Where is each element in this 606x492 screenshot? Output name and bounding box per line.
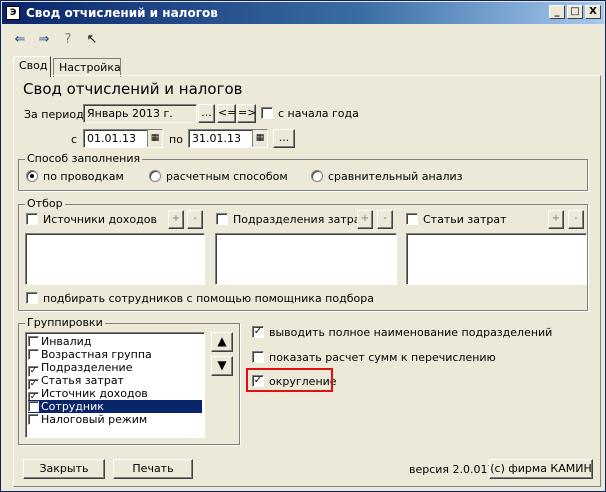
date-to-value: 31.01.13 (192, 132, 241, 145)
income-sources-checkbox[interactable] (26, 213, 38, 225)
income-sources-list[interactable] (25, 233, 205, 285)
period-label: За период (24, 108, 84, 121)
print-button[interactable]: Печать (113, 459, 193, 479)
date-from-value: 01.01.13 (87, 132, 136, 145)
period-field[interactable]: Январь 2013 г. (83, 104, 197, 123)
move-up-button[interactable]: ▲ (211, 332, 233, 352)
list-item[interactable]: Инвалид (28, 335, 202, 348)
calendar-icon[interactable]: ▦ (252, 130, 267, 147)
grouping-checkbox[interactable] (28, 349, 39, 360)
radio-by-postings-label: по проводкам (43, 170, 124, 183)
open-report-icon[interactable]: ⇐ (11, 31, 29, 49)
version-label: версия 2.0.017 (409, 463, 495, 476)
calendar-icon[interactable]: ▦ (147, 130, 162, 147)
page-title: Свод отчислений и налогов (23, 80, 243, 98)
list-item[interactable]: ✓ Подразделение (28, 361, 202, 377)
income-sources-add-button[interactable]: + (168, 210, 184, 229)
arrow-down-icon: ▼ (217, 358, 227, 372)
maximize-button[interactable]: □ (567, 5, 583, 19)
cost-items-remove-button[interactable]: - (568, 210, 584, 229)
cost-departments-remove-button[interactable]: - (377, 210, 393, 229)
income-sources-label: Источники доходов (43, 213, 157, 226)
arrow-up-icon: ▲ (217, 334, 227, 348)
close-button[interactable]: X (585, 5, 601, 19)
period-prev-button[interactable]: <= (217, 104, 236, 123)
cost-items-label: Статьи затрат (423, 213, 507, 226)
grouping-list[interactable]: Инвалид Возрастная группа ✓ Подразделение… (25, 332, 205, 438)
app-icon: Э (6, 6, 20, 20)
list-item[interactable]: Налоговый режим (28, 413, 202, 426)
grouping-checkbox[interactable] (28, 336, 39, 347)
cost-departments-list[interactable] (215, 233, 397, 285)
transfer-calc-checkbox[interactable] (252, 351, 264, 363)
radio-comparative[interactable] (311, 170, 323, 182)
grouping-checkbox[interactable] (28, 401, 39, 412)
help-icon[interactable]: ? (59, 31, 77, 49)
date-to-label: по (169, 133, 183, 146)
helper-selection-checkbox[interactable] (26, 292, 38, 304)
period-next-button[interactable]: => (237, 104, 256, 123)
from-year-start-checkbox[interactable] (261, 107, 273, 119)
grouping-legend: Группировки (25, 316, 105, 329)
radio-comparative-label: сравнительный анализ (328, 170, 463, 183)
save-report-icon[interactable]: ⇒ (35, 31, 53, 49)
from-year-start-label: с начала года (278, 107, 359, 120)
cost-items-add-button[interactable]: + (548, 210, 564, 229)
cost-items-list[interactable] (406, 233, 587, 285)
title-bar[interactable]: Э Свод отчислений и налогов _ □ X (2, 2, 604, 24)
fill-method-legend: Способ заполнения (25, 152, 143, 165)
helper-selection-label: подбирать сотрудников с помощью помощник… (43, 292, 374, 305)
cost-departments-label: Подразделения затрат (233, 213, 367, 226)
filter-legend: Отбор (25, 197, 65, 210)
list-item[interactable]: Возрастная группа (28, 348, 202, 361)
full-name-label: выводить полное наименование подразделен… (269, 326, 553, 339)
grouping-checkbox[interactable] (28, 414, 39, 425)
close-dialog-button[interactable]: Закрыть (23, 459, 105, 479)
cost-departments-add-button[interactable]: + (357, 210, 373, 229)
radio-calculated-label: расчетным способом (166, 170, 288, 183)
report-window: Э Свод отчислений и налогов _ □ X ⇐ ⇒ ? … (0, 0, 606, 492)
minimize-button[interactable]: _ (549, 5, 565, 19)
period-select-button[interactable]: ... (198, 104, 215, 123)
date-to-field[interactable]: 31.01.13 ▦ (188, 129, 268, 148)
move-down-button[interactable]: ▼ (211, 356, 233, 376)
list-item[interactable]: ✓ Статья затрат (28, 374, 202, 390)
rounding-highlight (246, 368, 333, 392)
company-button[interactable]: (c) фирма КАМИН (489, 459, 593, 479)
transfer-calc-label: показать расчет сумм к перечислению (269, 351, 496, 364)
cost-items-checkbox[interactable] (406, 213, 418, 225)
radio-calculated[interactable] (149, 170, 161, 182)
list-item[interactable]: ✓ Источник доходов (28, 387, 202, 403)
radio-by-postings[interactable] (26, 170, 38, 182)
pointer-help-icon[interactable]: ↖ (83, 31, 101, 49)
cost-departments-checkbox[interactable] (216, 213, 228, 225)
income-sources-remove-button[interactable]: - (187, 210, 203, 229)
list-item-selected[interactable]: Сотрудник (28, 400, 202, 413)
date-range-button[interactable]: ... (273, 129, 295, 148)
date-from-field[interactable]: 01.01.13 ▦ (83, 129, 163, 148)
date-from-label: с (71, 133, 78, 146)
tab-summary[interactable]: Свод (13, 56, 51, 77)
window-title: Свод отчислений и налогов (26, 6, 218, 20)
full-name-checkbox[interactable]: ✓ (252, 326, 264, 338)
